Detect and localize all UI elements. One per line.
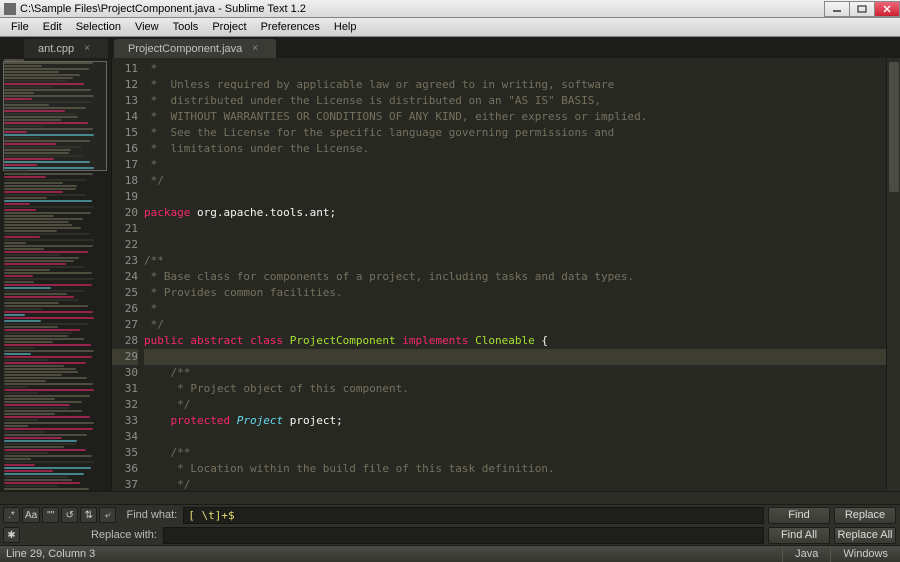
menu-help[interactable]: Help bbox=[327, 19, 364, 35]
tab-close-icon[interactable]: × bbox=[252, 43, 258, 54]
minimap[interactable] bbox=[0, 58, 112, 491]
status-language[interactable]: Java bbox=[782, 546, 830, 562]
replace-toggles: ✱ bbox=[0, 525, 23, 545]
code-area[interactable]: * * Unless required by applicable law or… bbox=[144, 58, 886, 491]
code-line[interactable]: * limitations under the License. bbox=[144, 141, 886, 157]
find-button[interactable]: Find bbox=[768, 507, 830, 524]
replace-all-button[interactable]: Replace All bbox=[834, 527, 896, 544]
tab-projectcomponent-java[interactable]: ProjectComponent.java × bbox=[114, 39, 276, 58]
code-line[interactable]: public abstract class ProjectComponent i… bbox=[144, 333, 886, 349]
code-line[interactable]: package org.apache.tools.ant; bbox=[144, 205, 886, 221]
find-toggle-2[interactable]: "" bbox=[42, 507, 59, 523]
maximize-button[interactable] bbox=[849, 1, 875, 17]
find-replace-panel: .*Aa""↺⇅⤶ Find what: Find Replace ✱ Repl… bbox=[0, 504, 900, 545]
find-toggle-1[interactable]: Aa bbox=[22, 507, 40, 523]
code-line[interactable]: * bbox=[144, 61, 886, 77]
menu-edit[interactable]: Edit bbox=[36, 19, 69, 35]
status-bar: Line 29, Column 3 Java Windows bbox=[0, 545, 900, 562]
code-line[interactable]: * Project object of this component. bbox=[144, 381, 886, 397]
code-line[interactable]: /** bbox=[144, 445, 886, 461]
code-line[interactable]: protected Project project; bbox=[144, 413, 886, 429]
tab-strip: ant.cpp × ProjectComponent.java × bbox=[0, 37, 900, 58]
window-controls bbox=[825, 1, 900, 17]
gutter: 1112131415161718192021222324252627282930… bbox=[112, 58, 144, 491]
window-titlebar: C:\Sample Files\ProjectComponent.java - … bbox=[0, 0, 900, 18]
code-line[interactable]: * Base class for components of a project… bbox=[144, 269, 886, 285]
menu-project[interactable]: Project bbox=[205, 19, 253, 35]
scrollbar-thumb[interactable] bbox=[889, 62, 899, 192]
close-button[interactable] bbox=[874, 1, 900, 17]
code-line[interactable]: */ bbox=[144, 397, 886, 413]
code-line[interactable]: * See the License for the specific langu… bbox=[144, 125, 886, 141]
minimize-button[interactable] bbox=[824, 1, 850, 17]
code-line[interactable]: */ bbox=[144, 477, 886, 491]
status-position: Line 29, Column 3 bbox=[0, 548, 782, 560]
code-line[interactable]: /** bbox=[144, 365, 886, 381]
code-line[interactable]: * bbox=[144, 157, 886, 173]
code-line[interactable]: * WITHOUT WARRANTIES OR CONDITIONS OF AN… bbox=[144, 109, 886, 125]
menu-selection[interactable]: Selection bbox=[69, 19, 128, 35]
editor[interactable]: 1112131415161718192021222324252627282930… bbox=[112, 58, 900, 491]
code-line[interactable] bbox=[144, 189, 886, 205]
code-line[interactable] bbox=[144, 429, 886, 445]
code-line[interactable]: * bbox=[144, 301, 886, 317]
find-all-button[interactable]: Find All bbox=[768, 527, 830, 544]
code-line[interactable] bbox=[144, 349, 886, 365]
find-toggle-5[interactable]: ⤶ bbox=[99, 507, 116, 523]
menu-tools[interactable]: Tools bbox=[166, 19, 206, 35]
code-line[interactable]: * distributed under the License is distr… bbox=[144, 93, 886, 109]
replace-label: Replace with: bbox=[23, 529, 163, 541]
code-line[interactable]: * Provides common facilities. bbox=[144, 285, 886, 301]
replace-button[interactable]: Replace bbox=[834, 507, 896, 524]
find-toggle-4[interactable]: ⇅ bbox=[80, 507, 97, 523]
code-line[interactable]: */ bbox=[144, 173, 886, 189]
status-lineendings[interactable]: Windows bbox=[830, 546, 900, 562]
code-line[interactable]: * Unless required by applicable law or a… bbox=[144, 77, 886, 93]
find-label: Find what: bbox=[119, 509, 183, 521]
code-line[interactable] bbox=[144, 237, 886, 253]
menu-view[interactable]: View bbox=[128, 19, 166, 35]
replace-input[interactable] bbox=[163, 527, 764, 544]
code-line[interactable] bbox=[144, 221, 886, 237]
menu-file[interactable]: File bbox=[4, 19, 36, 35]
tab-label: ant.cpp bbox=[38, 43, 74, 55]
find-toggles: .*Aa""↺⇅⤶ bbox=[0, 505, 119, 525]
find-toggle-3[interactable]: ↺ bbox=[61, 507, 78, 523]
horizontal-scrollbar[interactable] bbox=[0, 491, 900, 504]
window-title: C:\Sample Files\ProjectComponent.java - … bbox=[20, 3, 825, 15]
app-icon bbox=[4, 3, 16, 15]
tab-label: ProjectComponent.java bbox=[128, 43, 242, 55]
preserve-case-toggle[interactable]: ✱ bbox=[3, 527, 20, 543]
code-line[interactable]: * Location within the build file of this… bbox=[144, 461, 886, 477]
vertical-scrollbar[interactable] bbox=[886, 58, 900, 491]
find-input[interactable] bbox=[183, 507, 764, 524]
tab-ant-cpp[interactable]: ant.cpp × bbox=[24, 39, 108, 58]
editor-area: 1112131415161718192021222324252627282930… bbox=[0, 58, 900, 491]
find-toggle-0[interactable]: .* bbox=[3, 507, 20, 523]
code-line[interactable]: /** bbox=[144, 253, 886, 269]
menu-preferences[interactable]: Preferences bbox=[254, 19, 327, 35]
menu-bar: FileEditSelectionViewToolsProjectPrefere… bbox=[0, 18, 900, 37]
code-line[interactable]: */ bbox=[144, 317, 886, 333]
tab-close-icon[interactable]: × bbox=[84, 43, 90, 54]
